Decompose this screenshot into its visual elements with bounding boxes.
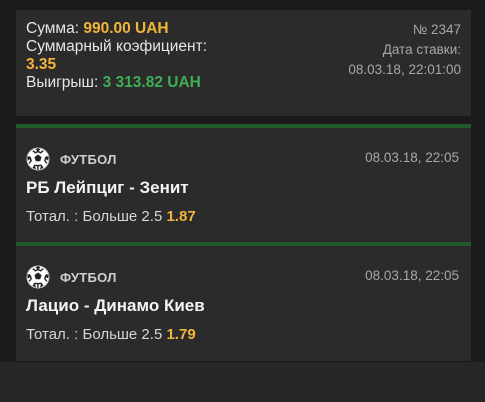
sport-label: ФУТБОЛ bbox=[60, 269, 117, 285]
match-title: РБ Лейпциг - Зенит bbox=[26, 178, 189, 197]
sport-row: ФУТБОЛ bbox=[26, 265, 117, 289]
match-title: Лацио - Динамо Киев bbox=[26, 296, 205, 315]
bet-details-screen: Сумма: 990.00 UAH Суммарный коэфициент: … bbox=[0, 0, 485, 402]
bet-item[interactable]: ФУТБОЛ 08.03.18, 22:05 РБ Лейпциг - Зени… bbox=[16, 124, 471, 243]
summary-info: Сумма: 990.00 UAH Суммарный коэфициент: … bbox=[26, 20, 207, 92]
odds-value: 1.87 bbox=[166, 208, 196, 225]
sum-value: 990.00 UAH bbox=[83, 20, 169, 37]
coef-label: Суммарный коэфициент: bbox=[26, 38, 208, 55]
market-row: Тотал. : Больше 2.5 1.79 bbox=[26, 326, 196, 343]
soccer-ball-icon bbox=[26, 147, 50, 171]
bet-item[interactable]: ФУТБОЛ 08.03.18, 22:05 Лацио - Динамо Ки… bbox=[16, 242, 471, 361]
sport-row: ФУТБОЛ bbox=[26, 147, 117, 171]
coef-value: 3.35 bbox=[26, 56, 57, 73]
ticket-info: № 2347 Дата ставки: 08.03.18, 22:01:00 bbox=[348, 20, 461, 80]
soccer-ball-icon bbox=[26, 265, 50, 289]
win-row: Выигрыш: 3 313.82 UAH bbox=[26, 74, 207, 92]
market-row: Тотал. : Больше 2.5 1.87 bbox=[26, 208, 196, 225]
market-label: Тотал. : Больше 2.5 bbox=[26, 208, 163, 225]
event-date: 08.03.18, 22:05 bbox=[365, 150, 459, 165]
event-date: 08.03.18, 22:05 bbox=[365, 268, 459, 283]
sport-label: ФУТБОЛ bbox=[60, 151, 117, 167]
sum-row: Сумма: 990.00 UAH bbox=[26, 20, 207, 38]
win-label: Выигрыш: bbox=[26, 74, 99, 91]
odds-value: 1.79 bbox=[166, 326, 196, 343]
sum-label: Сумма: bbox=[26, 20, 80, 37]
bet-date-value: 08.03.18, 22:01:00 bbox=[348, 62, 461, 77]
market-label: Тотал. : Больше 2.5 bbox=[26, 326, 163, 343]
win-value: 3 313.82 UAH bbox=[102, 74, 201, 91]
ticket-number: № 2347 bbox=[412, 22, 461, 37]
bet-summary-card: Сумма: 990.00 UAH Суммарный коэфициент: … bbox=[16, 10, 471, 116]
bet-date-label: Дата ставки: bbox=[382, 42, 461, 57]
bottom-bar bbox=[0, 362, 485, 402]
